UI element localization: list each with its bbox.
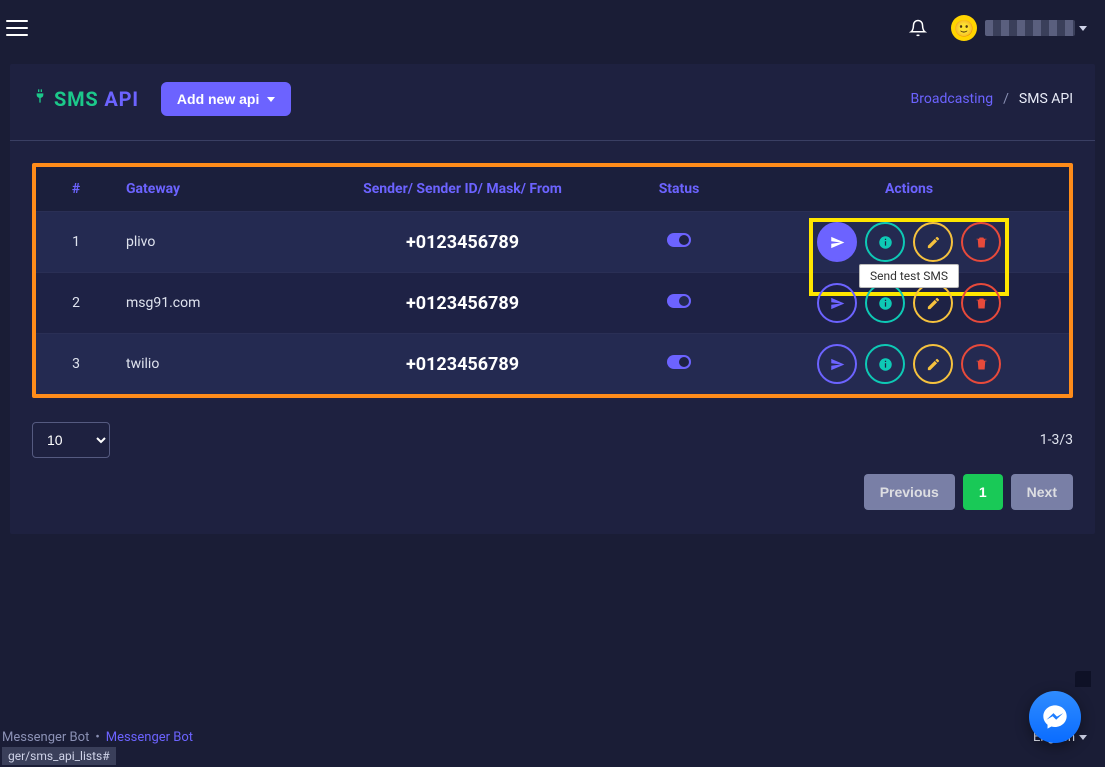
cell-idx: 1 bbox=[36, 212, 116, 273]
breadcrumb: Broadcasting / SMS API bbox=[911, 91, 1073, 107]
user-menu[interactable]: 🙂 bbox=[951, 15, 1087, 41]
delete-button[interactable] bbox=[961, 344, 1001, 384]
status-toggle[interactable] bbox=[667, 233, 691, 247]
table-row: 1 plivo +0123456789 bbox=[36, 212, 1069, 273]
card-header: SMS API Add new api Broadcasting / SMS A… bbox=[10, 64, 1095, 141]
cell-status bbox=[609, 212, 749, 273]
breadcrumb-current: SMS API bbox=[1019, 91, 1073, 107]
plug-icon bbox=[32, 88, 48, 110]
status-toggle[interactable] bbox=[667, 294, 691, 308]
add-new-api-label: Add new api bbox=[177, 91, 259, 107]
col-status[interactable]: Status bbox=[609, 167, 749, 212]
info-button[interactable] bbox=[865, 222, 905, 262]
messenger-chat-button[interactable] bbox=[1029, 691, 1081, 743]
pagination: Previous 1 Next bbox=[10, 464, 1095, 534]
delete-button[interactable] bbox=[961, 283, 1001, 323]
main-card: SMS API Add new api Broadcasting / SMS A… bbox=[10, 64, 1095, 534]
cell-gateway: plivo bbox=[116, 212, 316, 273]
hamburger-menu-icon[interactable] bbox=[6, 20, 28, 36]
cell-actions: Send test SMS bbox=[749, 212, 1069, 273]
footer-text: Messenger Bot bbox=[2, 730, 89, 745]
footer: Messenger Bot • Messenger Bot English ge… bbox=[0, 724, 1105, 767]
username-redacted bbox=[985, 20, 1075, 36]
col-idx[interactable]: # bbox=[36, 167, 116, 212]
edit-button[interactable] bbox=[913, 222, 953, 262]
edit-button[interactable] bbox=[913, 344, 953, 384]
chevron-down-icon bbox=[1079, 26, 1087, 31]
cell-status bbox=[609, 334, 749, 395]
breadcrumb-parent[interactable]: Broadcasting bbox=[911, 91, 994, 107]
cell-idx: 2 bbox=[36, 273, 116, 334]
cell-sender: +0123456789 bbox=[316, 334, 609, 395]
page-title-purple: API bbox=[104, 87, 139, 111]
sms-api-table: # Gateway Sender/ Sender ID/ Mask/ From … bbox=[36, 167, 1069, 394]
status-bar-url: ger/sms_api_lists# bbox=[2, 747, 116, 765]
chevron-down-icon bbox=[1079, 735, 1087, 740]
chevron-down-icon bbox=[267, 97, 275, 102]
below-table-row: 10 1-3/3 bbox=[10, 408, 1095, 464]
prev-button[interactable]: Previous bbox=[864, 474, 955, 510]
footer-dot: • bbox=[95, 730, 99, 745]
send-test-sms-button[interactable] bbox=[817, 344, 857, 384]
range-info: 1-3/3 bbox=[1040, 432, 1073, 448]
status-toggle[interactable] bbox=[667, 355, 691, 369]
cell-gateway: msg91.com bbox=[116, 273, 316, 334]
cell-gateway: twilio bbox=[116, 334, 316, 395]
page-size-select[interactable]: 10 bbox=[32, 422, 110, 458]
bell-icon[interactable] bbox=[909, 19, 927, 37]
cell-sender: +0123456789 bbox=[316, 212, 609, 273]
info-button[interactable] bbox=[865, 283, 905, 323]
page-corner-decor bbox=[1075, 671, 1091, 687]
table-row: 3 twilio +0123456789 bbox=[36, 334, 1069, 395]
page-title-green: SMS bbox=[54, 87, 99, 111]
topbar: 🙂 bbox=[0, 0, 1105, 56]
cell-sender: +0123456789 bbox=[316, 273, 609, 334]
avatar: 🙂 bbox=[951, 15, 977, 41]
col-actions[interactable]: Actions bbox=[749, 167, 1069, 212]
cell-status bbox=[609, 273, 749, 334]
page-title: SMS API bbox=[54, 87, 139, 111]
cell-actions bbox=[749, 334, 1069, 395]
add-new-api-button[interactable]: Add new api bbox=[161, 82, 291, 116]
footer-link[interactable]: Messenger Bot bbox=[106, 730, 193, 745]
col-sender[interactable]: Sender/ Sender ID/ Mask/ From bbox=[316, 167, 609, 212]
edit-button[interactable] bbox=[913, 283, 953, 323]
send-test-sms-button[interactable] bbox=[817, 283, 857, 323]
table-highlight-outline: # Gateway Sender/ Sender ID/ Mask/ From … bbox=[32, 163, 1073, 398]
page-1-button[interactable]: 1 bbox=[963, 474, 1003, 510]
cell-idx: 3 bbox=[36, 334, 116, 395]
col-gateway[interactable]: Gateway bbox=[116, 167, 316, 212]
next-button[interactable]: Next bbox=[1011, 474, 1073, 510]
send-test-sms-button[interactable] bbox=[817, 222, 857, 262]
info-button[interactable] bbox=[865, 344, 905, 384]
delete-button[interactable] bbox=[961, 222, 1001, 262]
send-test-sms-tooltip: Send test SMS bbox=[859, 264, 959, 288]
breadcrumb-sep: / bbox=[1003, 91, 1009, 107]
